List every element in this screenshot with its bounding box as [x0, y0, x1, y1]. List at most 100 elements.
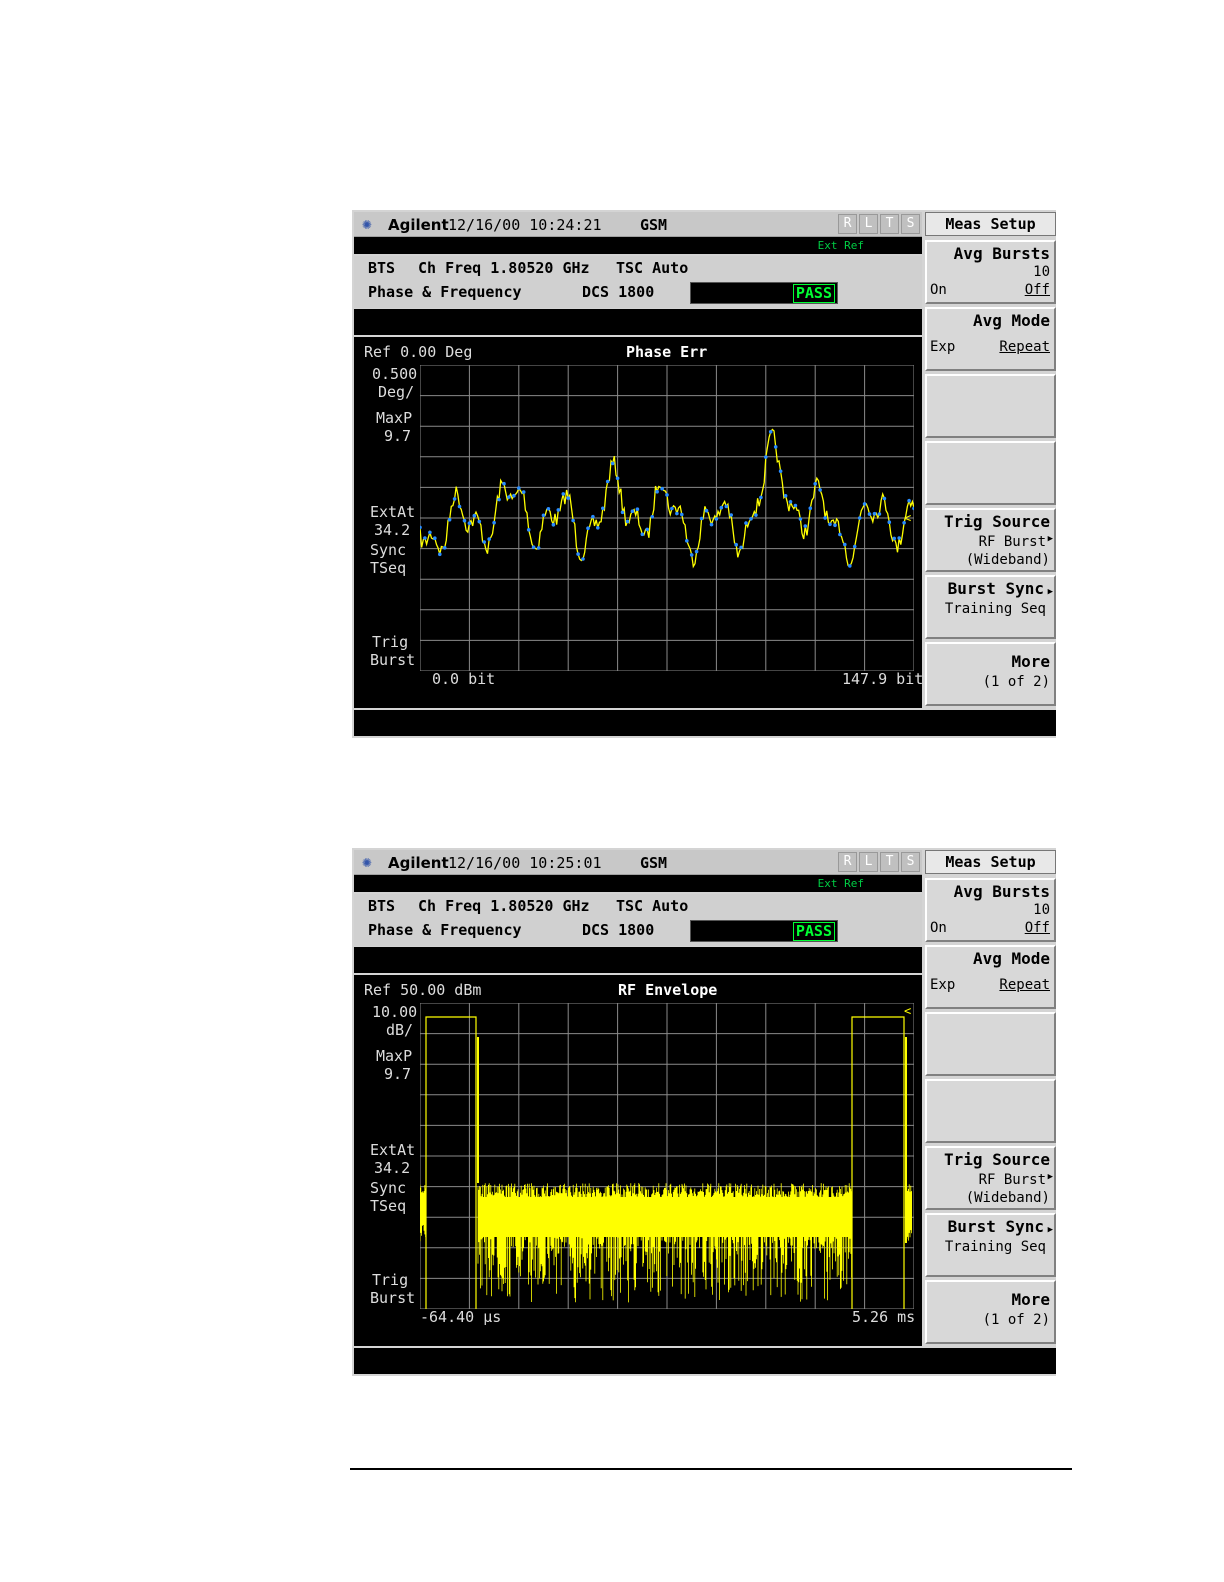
avg-mode-softkey[interactable]: Avg Mode Exp Repeat	[925, 307, 1056, 371]
avg-bursts-softkey[interactable]: Avg Bursts 10 On Off	[925, 878, 1056, 942]
symbol-marker	[833, 523, 837, 527]
more-softkey[interactable]: More (1 of 2)	[925, 1280, 1056, 1344]
x-end-label: 5.26 ms	[852, 1308, 916, 1326]
tseq-label: TSeq	[370, 559, 407, 577]
symbol-marker	[734, 542, 738, 547]
result-box: PASS	[690, 282, 838, 304]
softkey-title: Trig Source	[944, 512, 1050, 531]
device-label: BTS	[368, 259, 396, 277]
brand-label: Agilent	[388, 216, 449, 234]
softkey-title: Avg Bursts	[953, 882, 1050, 901]
softkey-title: Avg Mode	[972, 949, 1050, 968]
blank-softkey-1[interactable]	[925, 374, 1056, 438]
symbol-marker	[699, 516, 704, 521]
off-option: Off	[1024, 920, 1050, 936]
device-label: BTS	[368, 897, 396, 915]
avg-bursts-softkey[interactable]: Avg Bursts 10 On Off	[925, 240, 1056, 304]
softkey-menu-title: Meas Setup	[925, 850, 1056, 874]
sync-label: Sync	[370, 1179, 407, 1197]
symbol-marker	[724, 504, 729, 509]
blank-softkey-2[interactable]	[925, 1079, 1056, 1143]
symbol-marker	[452, 497, 457, 501]
symbol-marker	[808, 506, 813, 510]
extat-label: ExtAt	[370, 503, 416, 521]
symbol-marker	[615, 476, 620, 481]
status-bar	[354, 710, 1056, 736]
x-start-label: -64.40 μs	[420, 1308, 502, 1326]
symbol-marker	[848, 564, 852, 568]
symbol-marker	[788, 500, 793, 504]
rf-envelope-trace-plot: <	[420, 1003, 914, 1309]
softkey-title: Avg Bursts	[953, 244, 1050, 263]
symbol-marker	[586, 526, 590, 530]
softkey-panel: Meas Setup Avg Bursts 10 On Off Avg Mode…	[925, 848, 1056, 1348]
symbol-marker	[477, 519, 482, 524]
symbol-marker	[462, 518, 467, 523]
indicator-t: T	[880, 214, 899, 234]
avg-bursts-value: 10	[1033, 902, 1050, 918]
symbol-marker	[625, 519, 630, 524]
symbol-marker	[749, 517, 753, 521]
annunciator-bar: Ext Ref	[354, 237, 922, 254]
tsc-label: TSC Auto	[616, 897, 689, 915]
trig-source-softkey[interactable]: Trig Source RF Burst ▶ (Wideband)	[925, 508, 1056, 572]
mode-label: GSM	[640, 216, 668, 234]
symbol-marker	[497, 497, 501, 502]
symbol-marker	[843, 542, 847, 547]
x-end-label: 147.9 bit	[842, 670, 924, 688]
symbol-marker	[793, 503, 798, 508]
indicator-l: L	[859, 214, 878, 234]
symbol-marker	[512, 493, 516, 498]
trig-source-softkey[interactable]: Trig Source RF Burst ▶ (Wideband)	[925, 1146, 1056, 1210]
symbol-marker	[907, 498, 911, 503]
symbol-marker	[447, 517, 452, 522]
symbol-marker	[433, 536, 437, 540]
avg-mode-softkey[interactable]: Avg Mode Exp Repeat	[925, 945, 1056, 1009]
symbol-marker	[423, 536, 427, 540]
symbol-marker	[729, 513, 733, 517]
repeat-option: Repeat	[999, 977, 1050, 993]
measurement-info: BTS Ch Freq 1.80520 GHz TSC Auto Phase &…	[354, 894, 922, 946]
symbol-marker	[517, 486, 521, 490]
blank-softkey-2[interactable]	[925, 441, 1056, 505]
symbol-marker	[897, 536, 901, 540]
repeat-option: Repeat	[999, 339, 1050, 355]
extat-value: 34.2	[374, 1159, 411, 1177]
symbol-marker	[867, 512, 872, 516]
burst-sync-softkey[interactable]: Burst Sync ▶ Training Seq	[925, 575, 1056, 639]
title-bar: ✺ Agilent 12/16/00 10:24:21 GSM R L T S	[354, 212, 922, 237]
symbol-marker	[719, 505, 724, 510]
burst-sync-value: Training Seq	[944, 1239, 1046, 1255]
indicator-r: R	[838, 214, 857, 234]
symbol-marker	[828, 522, 832, 527]
ref-arrow-icon: <	[904, 511, 911, 525]
plot-title: RF Envelope	[618, 981, 718, 999]
symbol-marker	[887, 520, 892, 524]
symbol-marker	[601, 506, 605, 511]
symbol-marker	[566, 496, 570, 500]
symbol-marker	[694, 549, 699, 554]
symbol-marker	[872, 511, 877, 516]
burst-sync-softkey[interactable]: Burst Sync ▶ Training Seq	[925, 1213, 1056, 1277]
symbol-marker	[912, 506, 914, 511]
symbol-marker	[576, 552, 580, 556]
symbol-marker	[783, 494, 788, 498]
channel-frequency: Ch Freq 1.80520 GHz	[418, 897, 590, 915]
symbol-marker	[813, 482, 817, 486]
symbol-marker	[838, 532, 842, 537]
trig-source-detail: (Wideband)	[965, 552, 1050, 568]
blank-softkey-1[interactable]	[925, 1012, 1056, 1076]
pass-badge: PASS	[792, 284, 835, 303]
symbol-marker	[457, 504, 462, 509]
symbol-marker	[561, 492, 566, 496]
symbol-marker	[857, 516, 862, 520]
symbol-marker	[773, 445, 778, 449]
symbol-marker	[655, 489, 659, 494]
date-time: 12/16/00 10:25:01	[448, 854, 602, 872]
indicator-r: R	[838, 852, 857, 872]
trig-label: Trig	[372, 633, 409, 651]
mode-label: GSM	[640, 854, 668, 872]
symbol-marker	[630, 509, 635, 513]
more-softkey[interactable]: More (1 of 2)	[925, 642, 1056, 706]
symbol-marker	[420, 525, 422, 530]
